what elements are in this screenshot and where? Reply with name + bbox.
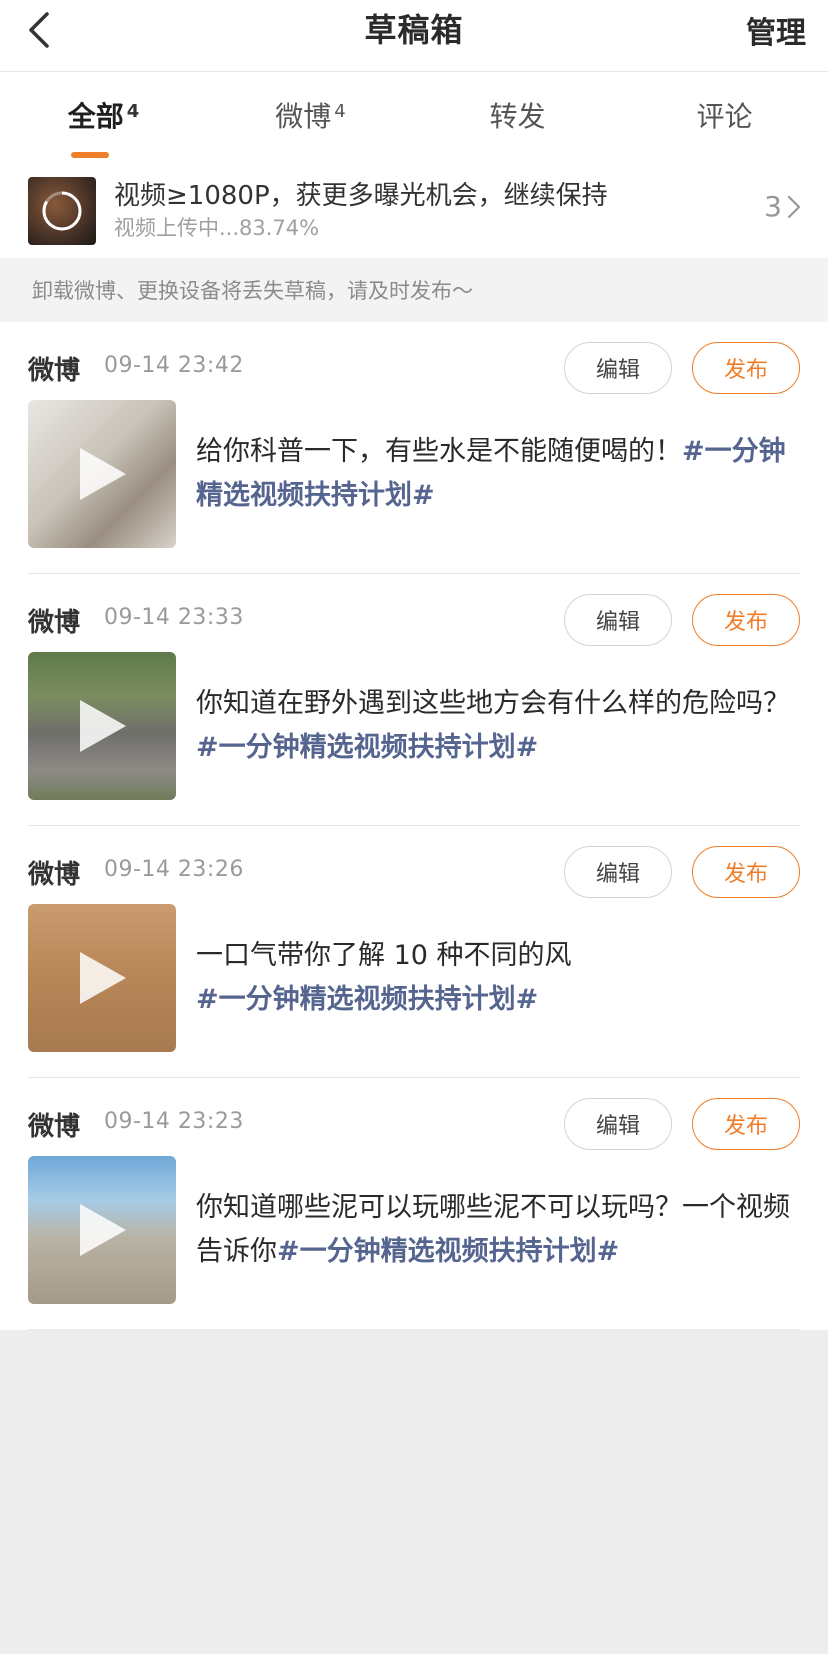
draft-content: 你知道在野外遇到这些地方会有什么样的危险吗？ #一分钟精选视频扶持计划# xyxy=(196,682,800,770)
video-thumbnail[interactable] xyxy=(28,1156,176,1304)
tab-weibo[interactable]: 微博 4 xyxy=(207,72,414,158)
hashtag-link[interactable]: #一分钟精选视频扶持计划# xyxy=(196,732,538,763)
publish-button[interactable]: 发布 xyxy=(692,594,800,646)
draft-time: 09-14 23:26 xyxy=(104,857,244,882)
draft-item[interactable]: 微博 09-14 23:23 编辑 发布 你知道哪些泥可以玩哪些泥不可以玩吗？一… xyxy=(28,1078,800,1330)
tab-label: 转发 xyxy=(489,100,546,133)
publish-button[interactable]: 发布 xyxy=(692,846,800,898)
draft-type: 微博 xyxy=(28,356,81,386)
chevron-right-icon xyxy=(787,195,801,218)
play-icon xyxy=(80,448,126,500)
edit-button[interactable]: 编辑 xyxy=(564,1098,672,1150)
back-button[interactable] xyxy=(18,8,58,52)
draft-loss-notice: 卸载微博、更换设备将丢失草稿，请及时发布～ xyxy=(0,258,828,322)
upload-progress-text: 视频上传中...83.74% xyxy=(114,216,320,240)
edit-button[interactable]: 编辑 xyxy=(564,342,672,394)
tab-all[interactable]: 全部 4 xyxy=(0,72,207,158)
video-thumbnail[interactable] xyxy=(28,652,176,800)
tab-bar: 全部 4 微博 4 转发 评论 xyxy=(0,72,828,158)
publish-button[interactable]: 发布 xyxy=(692,342,800,394)
edit-button[interactable]: 编辑 xyxy=(564,846,672,898)
draft-item[interactable]: 微博 09-14 23:26 编辑 发布 一口气带你了解 10 种不同的风 #一分… xyxy=(28,826,800,1078)
tab-count: 4 xyxy=(334,100,346,122)
tab-count: 4 xyxy=(126,100,140,122)
upload-title: 视频≥1080P，获更多曝光机会，继续保持 xyxy=(114,181,608,211)
page-title: 草稿箱 xyxy=(364,10,464,49)
draft-time: 09-14 23:42 xyxy=(104,353,244,378)
draft-type: 微博 xyxy=(28,860,81,890)
hashtag-link[interactable]: #一分钟精选视频扶持计划# xyxy=(277,1236,619,1267)
header: 草稿箱 管理 xyxy=(0,0,828,72)
draft-content: 你知道哪些泥可以玩哪些泥不可以玩吗？一个视频告诉你#一分钟精选视频扶持计划# xyxy=(196,1186,800,1274)
play-icon xyxy=(80,1204,126,1256)
draft-text: 你知道在野外遇到这些地方会有什么样的危险吗？ xyxy=(196,688,790,719)
chevron-left-icon xyxy=(29,12,49,48)
draft-list: 微博 09-14 23:42 编辑 发布 给你科普一下，有些水是不能随便喝的！#… xyxy=(0,322,828,1330)
draft-type: 微博 xyxy=(28,1112,81,1142)
upload-status-bar[interactable]: 视频≥1080P，获更多曝光机会，继续保持 视频上传中...83.74% 3 xyxy=(0,164,828,258)
video-thumbnail[interactable] xyxy=(28,400,176,548)
play-icon xyxy=(80,952,126,1004)
manage-button[interactable]: 管理 xyxy=(746,8,806,52)
draft-type: 微博 xyxy=(28,608,81,638)
draft-text: 一口气带你了解 10 种不同的风 xyxy=(196,940,572,971)
draft-item[interactable]: 微博 09-14 23:42 编辑 发布 给你科普一下，有些水是不能随便喝的！#… xyxy=(28,322,800,574)
upload-progress-ring-icon xyxy=(42,191,82,231)
draft-content: 一口气带你了解 10 种不同的风 #一分钟精选视频扶持计划# xyxy=(196,934,800,1022)
edit-button[interactable]: 编辑 xyxy=(564,594,672,646)
draft-time: 09-14 23:23 xyxy=(104,1109,244,1134)
upload-thumbnail xyxy=(28,177,96,245)
video-thumbnail[interactable] xyxy=(28,904,176,1052)
tab-label: 全部 xyxy=(67,100,124,133)
tab-comment[interactable]: 评论 xyxy=(621,72,828,158)
drafts-page: 草稿箱 管理 全部 4 微博 4 转发 评论 视频≥1080P，获更多曝光机会，… xyxy=(0,0,828,1330)
draft-time: 09-14 23:33 xyxy=(104,605,244,630)
play-icon xyxy=(80,700,126,752)
tab-repost[interactable]: 转发 xyxy=(414,72,621,158)
tab-label: 微博 xyxy=(275,100,332,133)
upload-count-value: 3 xyxy=(764,190,782,223)
draft-content: 给你科普一下，有些水是不能随便喝的！#一分钟精选视频扶持计划# xyxy=(196,430,800,518)
active-tab-indicator xyxy=(70,152,109,158)
tab-label: 评论 xyxy=(696,100,753,133)
upload-text: 视频≥1080P，获更多曝光机会，继续保持 视频上传中...83.74% xyxy=(114,179,800,243)
hashtag-link[interactable]: #一分钟精选视频扶持计划# xyxy=(196,984,538,1015)
draft-item[interactable]: 微博 09-14 23:33 编辑 发布 你知道在野外遇到这些地方会有什么样的危… xyxy=(28,574,800,826)
draft-text: 给你科普一下，有些水是不能随便喝的！ xyxy=(196,436,682,467)
upload-queue-count[interactable]: 3 xyxy=(764,190,802,223)
publish-button[interactable]: 发布 xyxy=(692,1098,800,1150)
